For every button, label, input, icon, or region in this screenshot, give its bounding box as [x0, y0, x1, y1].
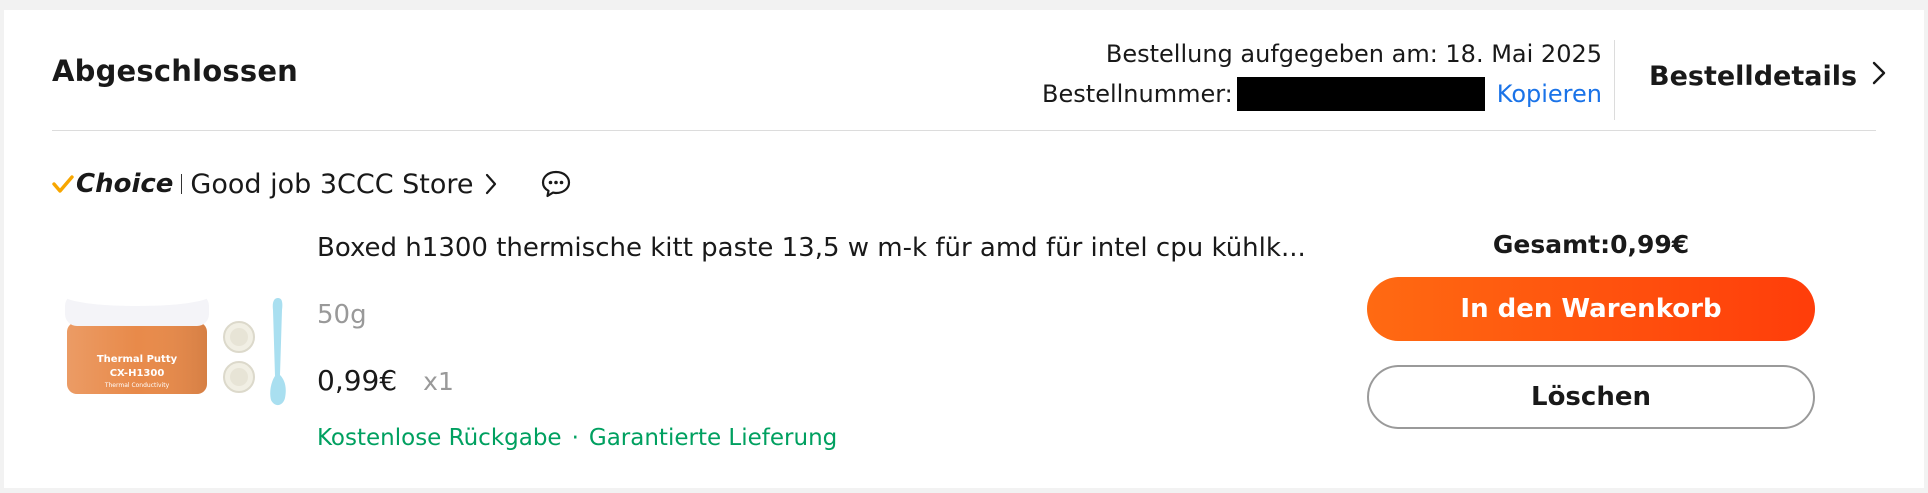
- header-divider: [1614, 40, 1615, 120]
- delete-order-button[interactable]: Löschen: [1367, 365, 1815, 429]
- order-card: Abgeschlossen Bestellung aufgegeben am: …: [4, 10, 1924, 488]
- product-quantity: x1: [423, 367, 454, 396]
- order-details-link[interactable]: Bestelldetails: [1649, 60, 1887, 93]
- chevron-right-icon: [1871, 60, 1887, 93]
- free-return-tag: Kostenlose Rückgabe: [317, 425, 562, 451]
- order-details-label: Bestelldetails: [1649, 61, 1858, 92]
- price-row: 0,99€ x1: [317, 364, 454, 397]
- copy-order-number-link[interactable]: Kopieren: [1497, 74, 1602, 114]
- svg-text:Thermal Conductivity: Thermal Conductivity: [104, 382, 170, 389]
- order-number-label: Bestellnummer:: [1042, 80, 1233, 108]
- product-variant: 50g: [317, 300, 367, 330]
- add-to-cart-button[interactable]: In den Warenkorb: [1367, 277, 1815, 341]
- header-separator: [52, 130, 1876, 131]
- chevron-right-icon[interactable]: [484, 172, 498, 196]
- chat-bubble-icon[interactable]: [540, 169, 572, 199]
- store-row: Choice Good job 3CCC Store: [52, 164, 572, 204]
- order-number-redacted: [1236, 77, 1485, 111]
- product-image-text: Thermal Putty: [97, 354, 178, 365]
- choice-badge-label: Choice: [76, 169, 174, 199]
- tag-separator: ·: [571, 425, 579, 451]
- order-number-row: Bestellnummer: Kopieren: [1042, 74, 1602, 114]
- order-meta: Bestellung aufgegeben am: 18. Mai 2025 B…: [1042, 34, 1602, 114]
- badge-divider: [181, 174, 183, 194]
- order-status: Abgeschlossen: [52, 54, 299, 88]
- product-title-link[interactable]: Boxed h1300 thermische kitt paste 13,5 w…: [317, 233, 1306, 263]
- checkmark-icon: [52, 175, 74, 193]
- choice-badge: Choice: [52, 169, 173, 199]
- product-image[interactable]: Thermal Putty CX-H1300 Thermal Conductiv…: [59, 280, 294, 420]
- order-date: Bestellung aufgegeben am: 18. Mai 2025: [1105, 40, 1602, 68]
- guaranteed-delivery-tag: Garantierte Lieferung: [588, 425, 838, 451]
- svg-text:CX-H1300: CX-H1300: [110, 368, 165, 379]
- service-tags: Kostenlose Rückgabe · Garantierte Liefer…: [317, 425, 837, 451]
- store-name-link[interactable]: Good job 3CCC Store: [190, 169, 473, 200]
- order-total: Gesamt:0,99€: [1492, 230, 1690, 259]
- product-price: 0,99€: [317, 364, 398, 397]
